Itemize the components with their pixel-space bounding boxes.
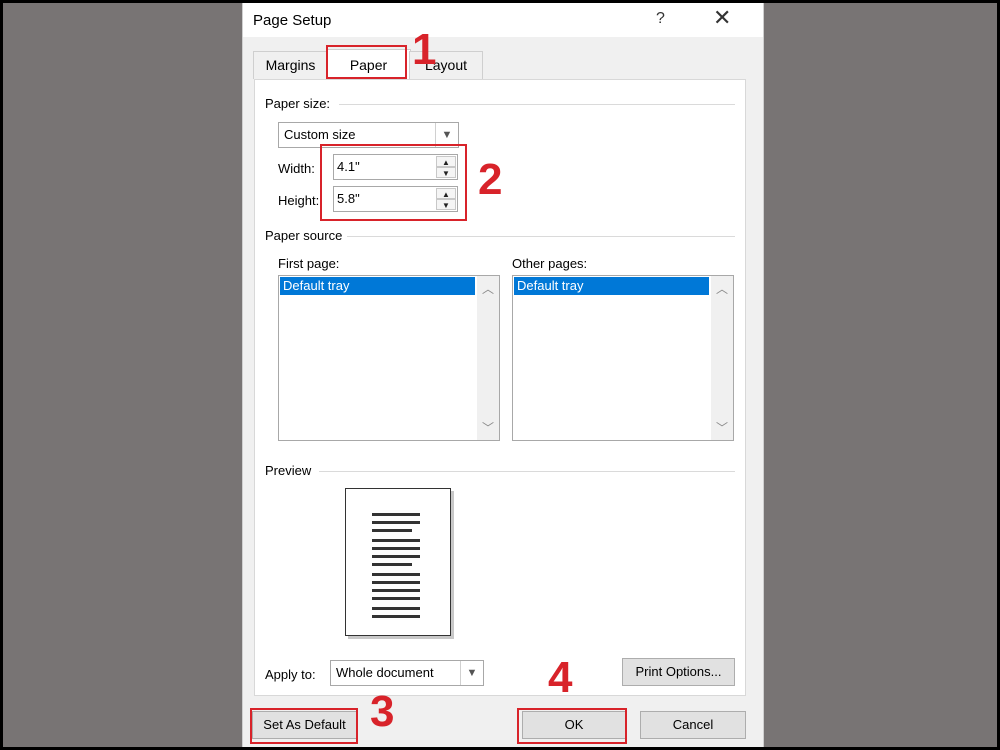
apply-to-dropdown[interactable]: Whole document ▼ — [330, 660, 484, 686]
scroll-up-icon[interactable]: ︿ — [711, 280, 733, 297]
title-bar: Page Setup ? ✕ — [243, 3, 763, 37]
cancel-button[interactable]: Cancel — [640, 711, 746, 739]
height-value: 5.8" — [337, 191, 360, 206]
divider — [347, 236, 735, 237]
help-icon[interactable]: ? — [656, 10, 665, 28]
scrollbar[interactable]: ︿ ﹀ — [477, 276, 499, 440]
tab-margins[interactable]: Margins — [253, 51, 328, 79]
paper-size-label: Paper size: — [265, 96, 331, 111]
step-number-1: 1 — [412, 25, 437, 74]
spin-up-icon[interactable]: ▲ — [436, 188, 456, 199]
step-number-3: 3 — [370, 687, 395, 736]
first-page-label: First page: — [278, 256, 340, 271]
paper-source-label: Paper source — [265, 228, 343, 243]
list-item[interactable]: Default tray — [280, 277, 475, 295]
set-as-default-button[interactable]: Set As Default — [252, 711, 357, 739]
scroll-down-icon[interactable]: ﹀ — [711, 419, 733, 436]
scroll-up-icon[interactable]: ︿ — [477, 280, 499, 297]
height-spinbox[interactable]: 5.8" ▲ ▼ — [333, 186, 458, 212]
step-number-4: 4 — [548, 653, 573, 702]
width-value: 4.1" — [337, 159, 360, 174]
spin-up-icon[interactable]: ▲ — [436, 156, 456, 167]
height-label: Height: — [278, 193, 320, 208]
print-options-button[interactable]: Print Options... — [622, 658, 735, 686]
divider — [319, 471, 735, 472]
close-icon[interactable]: ✕ — [713, 7, 731, 29]
paper-size-dropdown[interactable]: Custom size ▼ — [278, 122, 459, 148]
step-number-2: 2 — [478, 155, 503, 204]
first-page-listbox[interactable]: Default tray ︿ ﹀ — [278, 275, 500, 441]
spin-down-icon[interactable]: ▼ — [436, 199, 456, 210]
tab-paper[interactable]: Paper — [326, 49, 411, 79]
chevron-down-icon: ▼ — [435, 123, 458, 147]
preview-label: Preview — [265, 463, 312, 478]
width-label: Width: — [278, 161, 315, 176]
spin-down-icon[interactable]: ▼ — [436, 167, 456, 178]
ok-button[interactable]: OK — [522, 711, 626, 739]
list-item[interactable]: Default tray — [514, 277, 709, 295]
dialog-title: Page Setup — [253, 12, 332, 29]
divider — [339, 104, 735, 105]
page-setup-dialog: Page Setup ? ✕ Margins Paper Layout Pape… — [242, 3, 764, 747]
chevron-down-icon: ▼ — [460, 661, 483, 685]
apply-to-value: Whole document — [336, 665, 434, 680]
scrollbar[interactable]: ︿ ﹀ — [711, 276, 733, 440]
page-preview-thumbnail — [345, 488, 451, 636]
apply-to-label: Apply to: — [265, 667, 316, 682]
scroll-down-icon[interactable]: ﹀ — [477, 419, 499, 436]
other-pages-listbox[interactable]: Default tray ︿ ﹀ — [512, 275, 734, 441]
paper-size-value: Custom size — [284, 127, 356, 142]
width-spinbox[interactable]: 4.1" ▲ ▼ — [333, 154, 458, 180]
other-pages-label: Other pages: — [512, 256, 588, 271]
